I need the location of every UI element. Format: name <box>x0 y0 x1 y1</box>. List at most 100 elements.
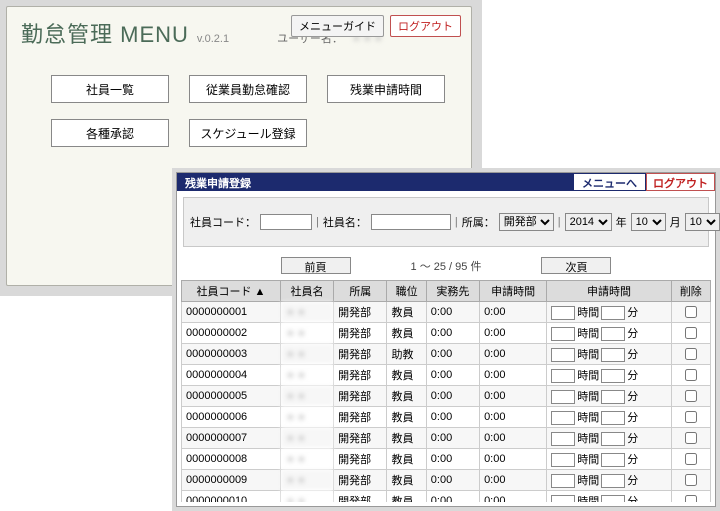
cell-delete <box>671 491 710 503</box>
col-code[interactable]: 社員コード ▲ <box>182 281 281 302</box>
hour-input[interactable] <box>551 495 575 502</box>
cell-apply-input: 時間分 <box>547 491 671 503</box>
cell-a: 0:00 <box>426 407 479 428</box>
col-site[interactable]: 実務先 <box>426 281 479 302</box>
min-input[interactable] <box>601 411 625 425</box>
hour-input[interactable] <box>551 348 575 362</box>
col-delete[interactable]: 削除 <box>671 281 710 302</box>
cell-apply-input: 時間分 <box>547 428 671 449</box>
cell-a: 0:00 <box>426 323 479 344</box>
detail-logout-button[interactable]: ログアウト <box>646 173 715 191</box>
goto-menu-button[interactable]: メニューへ <box>573 173 646 191</box>
table-row: 0000000006＊＊開発部教員0:000:00時間分 <box>182 407 711 428</box>
cell-a: 0:00 <box>426 386 479 407</box>
min-input[interactable] <box>601 327 625 341</box>
table-row: 0000000005＊＊開発部教員0:000:00時間分 <box>182 386 711 407</box>
dept-select[interactable]: 開発部 <box>499 213 554 231</box>
min-label: 分 <box>625 454 640 466</box>
cell-delete <box>671 407 710 428</box>
hour-label: 時間 <box>575 328 601 340</box>
cell-apply-input: 時間分 <box>547 407 671 428</box>
cell-dept: 開発部 <box>334 386 387 407</box>
table-header-row: 社員コード ▲ 社員名 所属 職位 実務先 申請時間 申請時間 削除 <box>182 281 711 302</box>
delete-checkbox[interactable] <box>685 432 697 444</box>
code-input[interactable] <box>260 214 312 230</box>
cell-apply-input: 時間分 <box>547 470 671 491</box>
menu-btn-overtime[interactable]: 残業申請時間 <box>327 75 445 103</box>
hour-label: 時間 <box>575 454 601 466</box>
cell-dept: 開発部 <box>334 323 387 344</box>
hour-input[interactable] <box>551 411 575 425</box>
cell-code: 0000000007 <box>182 428 281 449</box>
cell-a: 0:00 <box>426 344 479 365</box>
min-input[interactable] <box>601 390 625 404</box>
delete-checkbox[interactable] <box>685 327 697 339</box>
cell-name: ＊＊ <box>280 386 333 407</box>
min-input[interactable] <box>601 369 625 383</box>
hour-input[interactable] <box>551 390 575 404</box>
name-input[interactable] <box>371 214 451 230</box>
menu-btn-employee-list[interactable]: 社員一覧 <box>51 75 169 103</box>
col-name[interactable]: 社員名 <box>280 281 333 302</box>
min-input[interactable] <box>601 474 625 488</box>
hour-input[interactable] <box>551 432 575 446</box>
cell-code: 0000000001 <box>182 302 281 323</box>
delete-checkbox[interactable] <box>685 390 697 402</box>
cell-dept: 開発部 <box>334 302 387 323</box>
cell-position: 教員 <box>387 407 426 428</box>
filter-row: 社員コード： | 社員名： | 所属： 開発部 | 2014 年 10 月 10… <box>183 197 709 247</box>
day-select[interactable]: 10 <box>685 213 720 231</box>
menu-btn-approval[interactable]: 各種承認 <box>51 119 169 147</box>
year-select[interactable]: 2014 <box>565 213 612 231</box>
cell-b: 0:00 <box>480 323 547 344</box>
month-suffix: 月 <box>670 214 681 230</box>
cell-name: ＊＊ <box>280 407 333 428</box>
hour-input[interactable] <box>551 369 575 383</box>
hour-input[interactable] <box>551 327 575 341</box>
col-apply-time[interactable]: 申請時間 <box>480 281 547 302</box>
col-dept[interactable]: 所属 <box>334 281 387 302</box>
min-input[interactable] <box>601 432 625 446</box>
min-input[interactable] <box>601 453 625 467</box>
menu-logout-button[interactable]: ログアウト <box>390 15 461 37</box>
min-input[interactable] <box>601 495 625 502</box>
menu-btn-attendance[interactable]: 従業員勤怠確認 <box>189 75 307 103</box>
cell-dept: 開発部 <box>334 407 387 428</box>
cell-b: 0:00 <box>480 302 547 323</box>
hour-input[interactable] <box>551 306 575 320</box>
delete-checkbox[interactable] <box>685 474 697 486</box>
delete-checkbox[interactable] <box>685 453 697 465</box>
prev-page-button[interactable]: 前頁 <box>281 257 351 274</box>
data-grid: 社員コード ▲ 社員名 所属 職位 実務先 申請時間 申請時間 削除 00000… <box>181 280 711 502</box>
table-scroll[interactable]: 社員コード ▲ 社員名 所属 職位 実務先 申請時間 申請時間 削除 00000… <box>181 280 711 502</box>
cell-name: ＊＊ <box>280 344 333 365</box>
month-select[interactable]: 10 <box>631 213 666 231</box>
min-input[interactable] <box>601 306 625 320</box>
col-position[interactable]: 職位 <box>387 281 426 302</box>
cell-delete <box>671 323 710 344</box>
delete-checkbox[interactable] <box>685 495 697 502</box>
menu-btn-schedule[interactable]: スケジュール登録 <box>189 119 307 147</box>
delete-checkbox[interactable] <box>685 306 697 318</box>
cell-name: ＊＊ <box>280 491 333 503</box>
cell-delete <box>671 344 710 365</box>
hour-label: 時間 <box>575 349 601 361</box>
cell-position: 教員 <box>387 428 426 449</box>
hour-input[interactable] <box>551 474 575 488</box>
min-label: 分 <box>625 496 640 502</box>
dept-label: 所属： <box>462 214 495 230</box>
delete-checkbox[interactable] <box>685 348 697 360</box>
delete-checkbox[interactable] <box>685 411 697 423</box>
next-page-button[interactable]: 次頁 <box>541 257 611 274</box>
hour-label: 時間 <box>575 475 601 487</box>
cell-name: ＊＊ <box>280 449 333 470</box>
hour-input[interactable] <box>551 453 575 467</box>
hour-label: 時間 <box>575 370 601 382</box>
min-input[interactable] <box>601 348 625 362</box>
menu-guide-button[interactable]: メニューガイド <box>291 15 384 37</box>
cell-a: 0:00 <box>426 365 479 386</box>
table-row: 0000000003＊＊開発部助教0:000:00時間分 <box>182 344 711 365</box>
cell-position: 教員 <box>387 386 426 407</box>
col-apply-input[interactable]: 申請時間 <box>547 281 671 302</box>
delete-checkbox[interactable] <box>685 369 697 381</box>
